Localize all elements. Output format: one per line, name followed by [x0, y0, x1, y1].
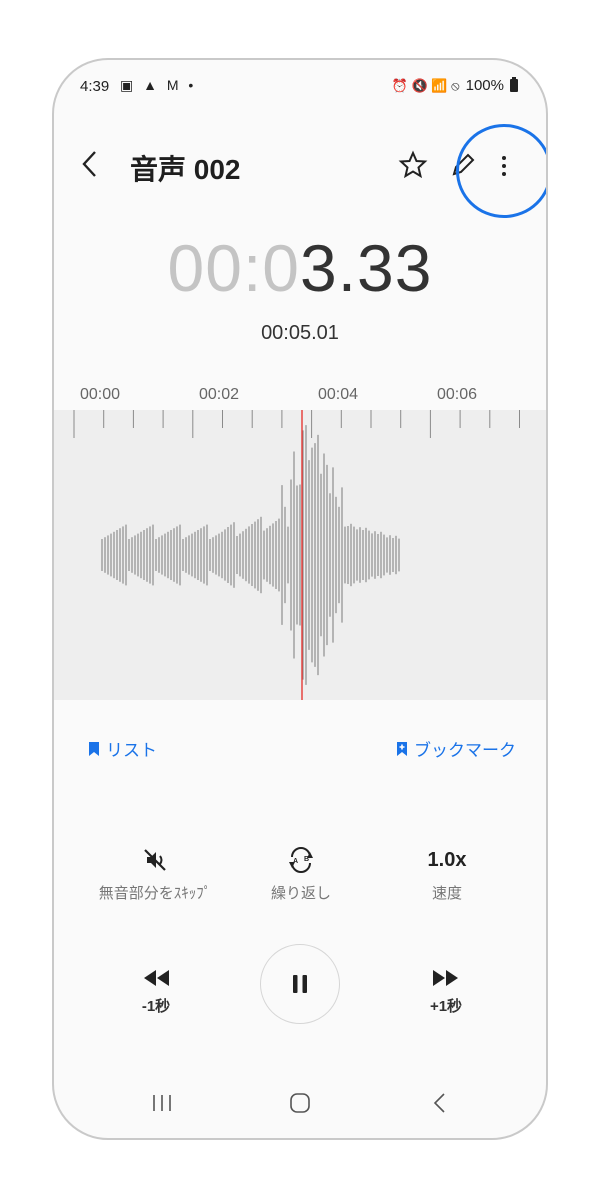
status-icons: ⏰ 🔇 📶 ⦸ [391, 77, 460, 93]
elapsed-time-dim: 00:0 [167, 231, 300, 305]
list-button[interactable]: リスト [88, 736, 157, 761]
rewind-label: -1秒 [141, 998, 171, 1015]
speed-value: 1.0x [427, 849, 467, 871]
bookmark-icon [89, 741, 99, 756]
skip-silence-label: 無音部分をｽｷｯﾌﾟ [98, 885, 212, 902]
timeline-label: 00:04 [318, 386, 359, 403]
battery-icon [510, 77, 518, 92]
bookmark-add-icon [397, 741, 407, 756]
recents-icon [153, 1095, 171, 1111]
total-duration: 00:05.01 [261, 322, 339, 344]
add-bookmark-button[interactable]: ブックマーク [396, 736, 516, 761]
elapsed-time-bright: 3.33 [300, 231, 433, 305]
waveform [73, 410, 520, 700]
mute-skip-icon [144, 849, 166, 871]
speed-label: 速度 [431, 885, 462, 902]
bookmark-label: ブックマーク [414, 741, 516, 760]
chevron-left-icon [82, 151, 96, 177]
rewind-icon [144, 970, 169, 986]
favorite-button[interactable] [398, 150, 428, 180]
recents-button[interactable] [150, 1092, 174, 1119]
repeat-ab-icon: A B [289, 847, 313, 873]
pause-icon [293, 975, 307, 993]
highlight-circle [456, 124, 546, 218]
rewind-button[interactable]: -1秒 [116, 968, 196, 1016]
skip-silence-button[interactable]: 無音部分をｽｷｯﾌﾟ [80, 846, 230, 903]
back-button[interactable] [80, 146, 110, 186]
waveform-area[interactable] [54, 410, 546, 700]
status-bar: 4:39 ▣ ▲ M • ⏰ 🔇 📶 ⦸ 100% [54, 60, 546, 112]
svg-text:A: A [293, 858, 298, 865]
home-button[interactable] [288, 1092, 312, 1119]
navigation-bar [54, 1086, 546, 1126]
timeline-label: 00:02 [199, 386, 240, 403]
svg-text:B: B [304, 856, 309, 863]
phone-screen: 4:39 ▣ ▲ M • ⏰ 🔇 📶 ⦸ 100% 音声 002 00:03.3… [52, 58, 548, 1140]
back-arrow-icon [433, 1093, 445, 1113]
timeline-label: 00:00 [80, 386, 121, 403]
fast-forward-icon [433, 970, 458, 986]
home-icon [290, 1093, 310, 1113]
page-title: 音声 002 [130, 154, 241, 185]
repeat-button[interactable]: A B 繰り返し [226, 846, 376, 903]
repeat-label: 繰り返し [270, 885, 331, 902]
timeline-labels: 00:00 00:02 00:04 00:06 [54, 386, 546, 406]
speed-button[interactable]: 1.0x 速度 [372, 846, 522, 903]
forward-label: +1秒 [429, 998, 463, 1015]
timeline-label: 00:06 [437, 386, 478, 403]
list-label: リスト [106, 741, 157, 760]
nav-back-button[interactable] [430, 1092, 450, 1119]
star-icon [398, 150, 428, 179]
pause-button[interactable] [260, 944, 340, 1024]
battery-percent: 100% [465, 77, 504, 94]
status-time: 4:39 [80, 78, 110, 95]
elapsed-time: 00:03.33 [54, 230, 546, 306]
forward-button[interactable]: +1秒 [406, 968, 486, 1016]
system-icons: ⏰ 🔇 📶 ⦸ 100% [392, 77, 518, 94]
notification-icons: ▣ ▲ M • [120, 77, 197, 93]
